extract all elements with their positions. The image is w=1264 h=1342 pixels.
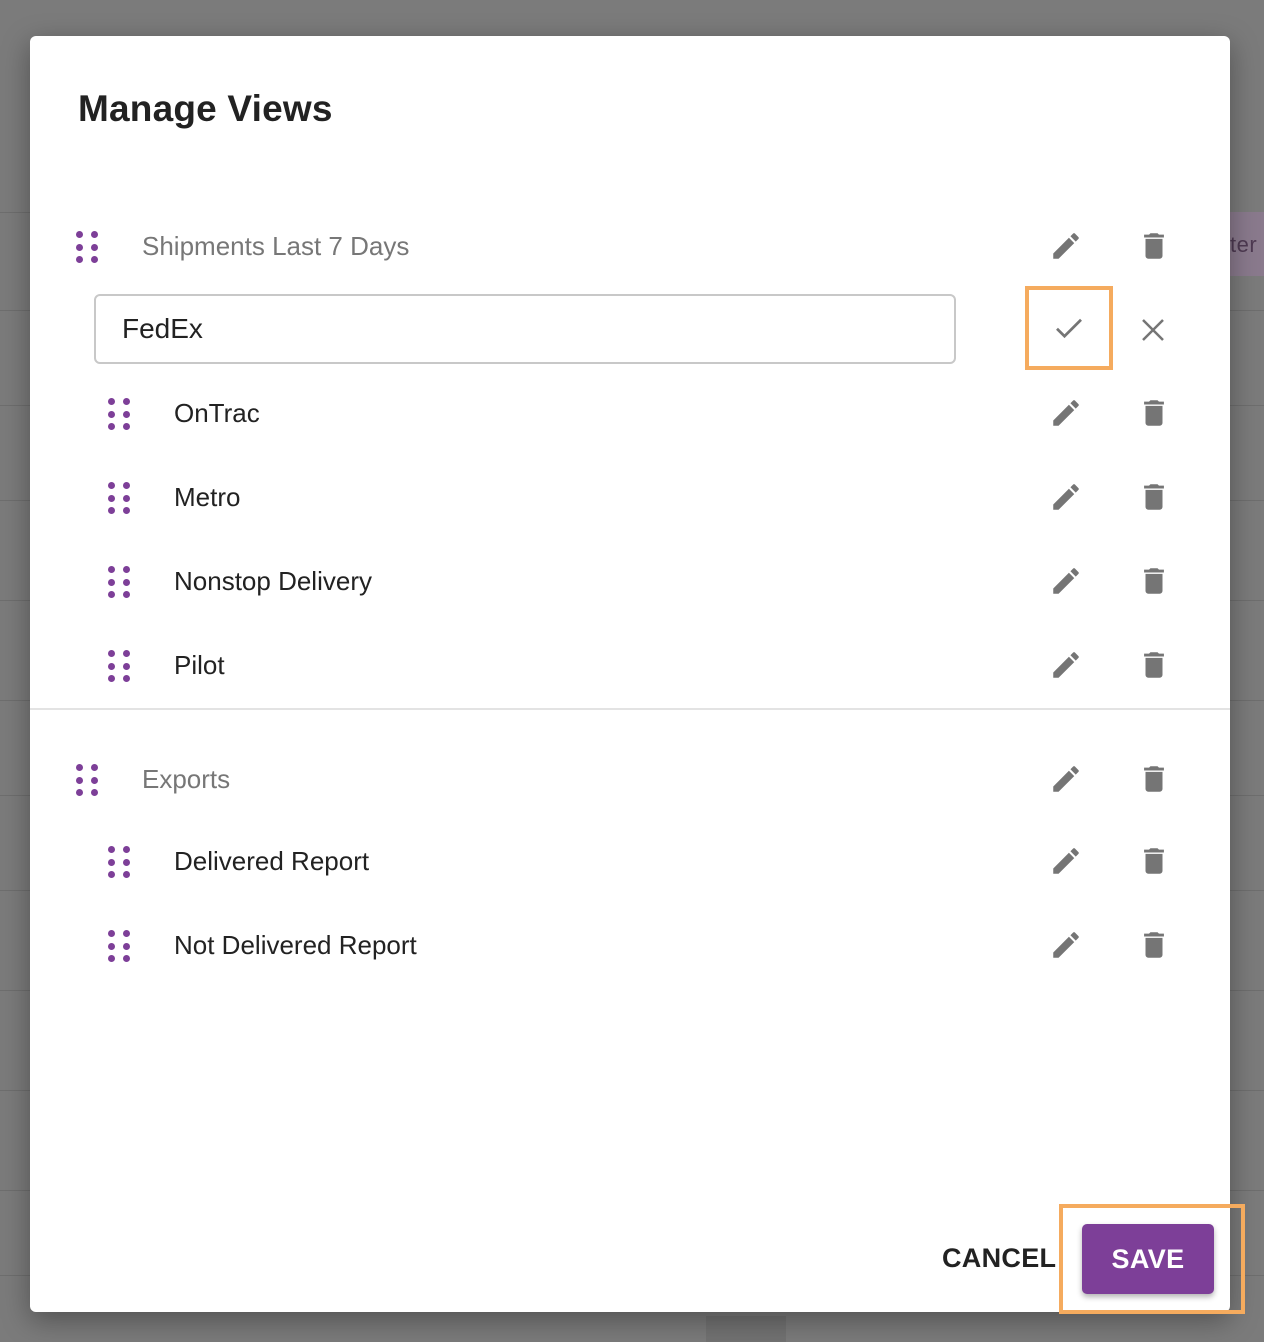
group-row: Shipments Last 7 Days xyxy=(30,216,1230,276)
view-name-input[interactable] xyxy=(94,294,956,364)
group-divider xyxy=(30,708,1230,710)
pencil-icon[interactable] xyxy=(1048,843,1084,879)
pencil-icon[interactable] xyxy=(1048,563,1084,599)
drag-handle-icon[interactable] xyxy=(108,566,130,599)
list-item: Pilot xyxy=(30,635,1230,695)
background-chip-text: ter xyxy=(1230,232,1258,257)
view-label: Nonstop Delivery xyxy=(174,566,372,596)
save-button[interactable]: SAVE xyxy=(1082,1224,1214,1294)
pencil-icon[interactable] xyxy=(1048,927,1084,963)
drag-handle-icon[interactable] xyxy=(76,764,98,797)
drag-handle-icon[interactable] xyxy=(76,231,98,264)
trash-icon[interactable] xyxy=(1136,563,1172,599)
pencil-icon[interactable] xyxy=(1048,647,1084,683)
trash-icon[interactable] xyxy=(1136,479,1172,515)
trash-icon[interactable] xyxy=(1136,395,1172,431)
view-label: Delivered Report xyxy=(174,846,370,876)
view-label: OnTrac xyxy=(174,398,260,428)
trash-icon[interactable] xyxy=(1136,843,1172,879)
view-label: Pilot xyxy=(174,650,225,680)
drag-handle-icon[interactable] xyxy=(108,398,130,431)
trash-icon[interactable] xyxy=(1136,927,1172,963)
list-item: Delivered Report xyxy=(30,831,1230,891)
close-icon xyxy=(1142,319,1164,341)
background-cell xyxy=(706,1316,786,1342)
list-item: Not Delivered Report xyxy=(30,915,1230,975)
cancel-button[interactable]: CANCEL xyxy=(934,1236,1064,1280)
group-label: Shipments Last 7 Days xyxy=(142,231,410,261)
drag-handle-icon[interactable] xyxy=(108,846,130,879)
drag-handle-icon[interactable] xyxy=(108,482,130,515)
list-item: Nonstop Delivery xyxy=(30,551,1230,611)
pencil-icon[interactable] xyxy=(1048,479,1084,515)
view-label: Metro xyxy=(174,482,241,512)
pencil-icon[interactable] xyxy=(1048,395,1084,431)
dialog-title: Manage Views xyxy=(78,88,333,129)
group-label: Exports xyxy=(142,764,231,794)
drag-handle-icon[interactable] xyxy=(108,650,130,683)
confirm-edit-button[interactable] xyxy=(1025,286,1113,370)
pencil-icon[interactable] xyxy=(1048,228,1084,264)
drag-handle-icon[interactable] xyxy=(108,930,130,963)
pencil-icon[interactable] xyxy=(1048,761,1084,797)
trash-icon[interactable] xyxy=(1136,761,1172,797)
trash-icon[interactable] xyxy=(1136,647,1172,683)
group-row: Exports xyxy=(30,749,1230,809)
manage-views-dialog: Manage Views Shipments Last 7 Days OnTra… xyxy=(30,36,1230,1312)
cancel-edit-button[interactable] xyxy=(1135,312,1171,348)
view-label: Not Delivered Report xyxy=(174,930,417,960)
list-item: OnTrac xyxy=(30,383,1230,443)
trash-icon[interactable] xyxy=(1136,228,1172,264)
list-item: Metro xyxy=(30,467,1230,527)
check-icon xyxy=(1056,318,1082,339)
